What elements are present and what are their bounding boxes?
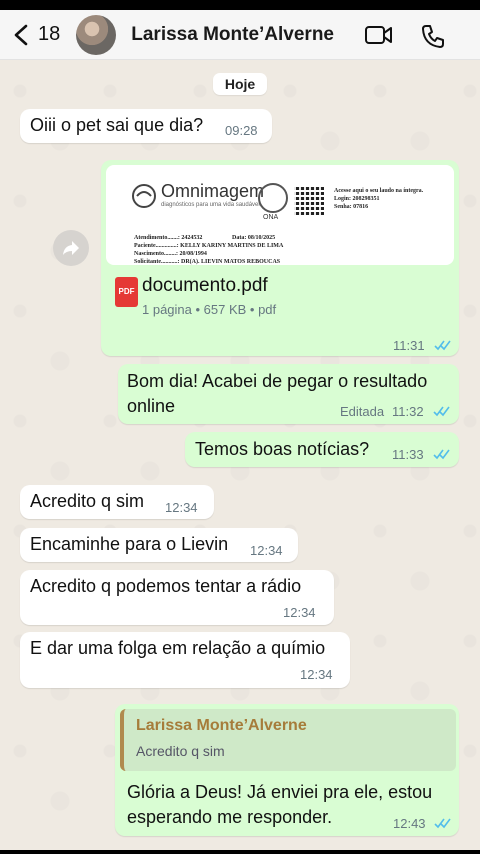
message-bubble-incoming[interactable]: Encaminhe para o Lievin 12:34 (20, 528, 298, 562)
message-text-line2: esperando me responder. (127, 807, 333, 827)
preview-access-text: Acesse aqui o seu laudo na íntegra. (334, 188, 424, 194)
pdf-attachment[interactable]: PDF documento.pdf 1 página • 657 KB • pd… (106, 267, 454, 323)
read-ticks-icon (434, 818, 451, 829)
message-bubble-outgoing[interactable]: Bom dia! Acabei de pegar o resultado onl… (118, 364, 459, 424)
unread-count: 18 (38, 23, 61, 45)
preview-seal-label: ONA (263, 214, 279, 221)
back-button[interactable]: 18 (12, 23, 60, 46)
message-text: Acredito q podemos tentar a rádio (30, 576, 302, 596)
preview-data: Data: 08/10/2025 (232, 235, 276, 241)
preview-tagline: diagnósticos para uma vida saudável (161, 202, 260, 208)
forward-arrow-icon (63, 241, 79, 255)
message-bubble-reply[interactable]: Larissa Monte’Alverne Acredito q sim Gló… (115, 704, 459, 836)
status-bar (0, 0, 480, 10)
message-time: 12:34 (300, 667, 333, 682)
preview-senha: Senha: 07816 (334, 204, 369, 210)
bottom-bar (0, 850, 480, 854)
qr-code-icon (294, 185, 324, 215)
message-time: 09:28 (225, 123, 258, 138)
message-text: E dar uma folga em relação a químio (30, 638, 326, 658)
message-bubble-incoming[interactable]: Acredito q podemos tentar a rádio 12:34 (20, 570, 334, 625)
message-bubble-outgoing[interactable]: Temos boas notícias? 11:33 (185, 432, 459, 467)
message-time: 12:34 (250, 543, 283, 558)
message-time: 11:33 (392, 447, 424, 462)
message-time: 12:34 (283, 605, 316, 620)
message-time: 11:31 (393, 338, 425, 353)
message-text: Encaminhe para o Lievin (30, 534, 229, 554)
back-chevron-icon (14, 24, 28, 45)
message-time: 12:34 (165, 500, 198, 515)
ona-seal-icon (258, 183, 288, 213)
preview-brand: Omnimagem (161, 181, 265, 201)
read-ticks-icon (433, 406, 450, 417)
pdf-file-icon: PDF (115, 277, 138, 307)
message-bubble-document[interactable]: Omnimagem diagnósticos para uma vida sau… (101, 160, 459, 356)
avatar[interactable] (76, 14, 117, 55)
video-call-icon[interactable] (364, 23, 394, 47)
message-bubble-incoming[interactable]: E dar uma folga em relação a químio 12:3… (20, 632, 350, 688)
message-text: Temos boas notícias? (195, 439, 370, 459)
pdf-file-name: documento.pdf (142, 275, 268, 296)
read-ticks-icon (434, 340, 451, 351)
phone-call-icon[interactable] (420, 23, 446, 49)
pdf-file-meta: 1 página • 657 KB • pdf (142, 302, 277, 317)
preview-login: Login: 208298351 (334, 196, 380, 202)
message-bubble-incoming[interactable]: Acredito q sim 12:34 (20, 485, 214, 519)
forward-button[interactable] (53, 230, 89, 266)
quoted-message[interactable]: Larissa Monte’Alverne Acredito q sim (120, 709, 456, 771)
contact-name[interactable]: Larissa Monte’Alverne (131, 24, 334, 46)
day-separator: Hoje (213, 73, 267, 95)
quoted-text: Acredito q sim (136, 743, 225, 759)
message-text-line1: Glória a Deus! Já enviei pra ele, estou (127, 782, 433, 802)
edited-label: Editada (340, 404, 385, 419)
quoted-author: Larissa Monte’Alverne (136, 717, 307, 734)
message-text: Acredito q sim (30, 491, 145, 511)
message-time: 12:43 (393, 816, 426, 831)
message-time: 11:32 (392, 404, 424, 419)
preview-nascimento: Nascimento........: 20/08/1994 (134, 251, 207, 257)
read-ticks-icon (433, 449, 450, 460)
message-text: Oiii o pet sai que dia? (30, 115, 204, 135)
chat-header: 18 Larissa Monte’Alverne (0, 10, 480, 60)
preview-solicitante: Solicitante...........: DR(A). LIEVIN MA… (134, 259, 281, 265)
message-text-line1: Bom dia! Acabei de pegar o resultado (127, 371, 428, 391)
preview-atendimento: Atendimento.......: 2424532 (134, 235, 203, 241)
message-bubble-incoming[interactable]: Oiii o pet sai que dia? 09:28 (20, 109, 272, 143)
document-preview[interactable]: Omnimagem diagnósticos para uma vida sau… (106, 165, 454, 265)
message-text-line2: online (127, 396, 176, 416)
omnimagem-logo-icon (132, 184, 156, 208)
preview-paciente: Paciente..............: KELLY KARINY MAR… (134, 243, 284, 249)
